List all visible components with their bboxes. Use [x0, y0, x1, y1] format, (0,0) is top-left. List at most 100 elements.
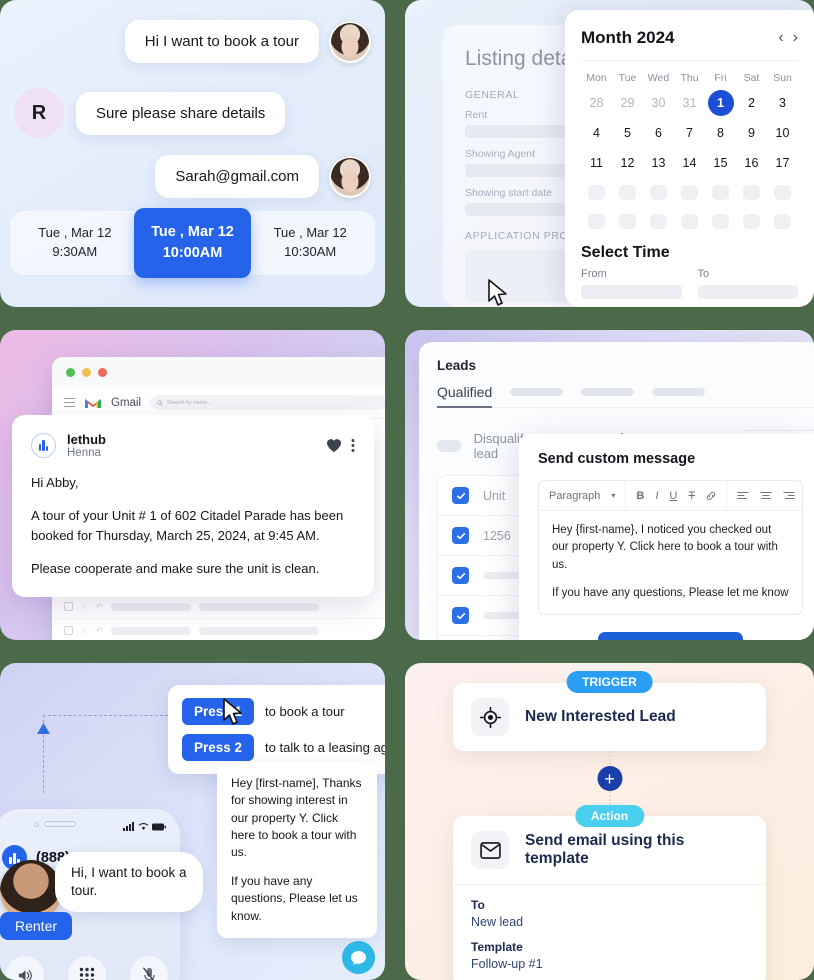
tab-placeholder[interactable] [581, 388, 635, 396]
tab-placeholder[interactable] [510, 388, 564, 396]
calendar-day[interactable]: 2 [736, 90, 767, 116]
row-checkbox[interactable] [452, 527, 469, 544]
calendar-day[interactable]: 9 [736, 120, 767, 146]
calendar-day[interactable]: 12 [612, 150, 643, 176]
gmail-search-input[interactable]: Search by name... [150, 395, 385, 410]
star-icon[interactable]: ☆ [81, 602, 88, 611]
listing-calendar-panel: Listing details for GENERAL Rent Sec dep… [405, 0, 814, 307]
italic-icon[interactable]: I [655, 490, 658, 502]
gmail-list-row[interactable]: ☆ ↶ [52, 619, 385, 640]
alignment-group [727, 481, 802, 510]
calendar-day[interactable]: 29 [612, 90, 643, 116]
tab-placeholder[interactable] [652, 388, 706, 396]
calendar-day[interactable]: 4 [581, 120, 612, 146]
more-vertical-icon[interactable] [351, 438, 355, 453]
calendar-day[interactable]: 30 [643, 90, 674, 116]
calendar-day-placeholder [681, 185, 698, 200]
align-left-icon[interactable] [737, 491, 749, 500]
row-checkbox[interactable] [452, 487, 469, 504]
wifi-icon [138, 823, 149, 830]
trigger-card[interactable]: New Interested Lead [453, 683, 766, 751]
underline-icon[interactable]: U [669, 490, 677, 502]
chat-bubble-icon[interactable] [342, 941, 375, 974]
sms-paragraph-2: If you have any questions, Please let us… [231, 873, 358, 923]
row-checkbox[interactable] [452, 607, 469, 624]
calendar-day[interactable]: 7 [674, 120, 705, 146]
press-2-button[interactable]: Press 2 [182, 734, 255, 761]
renter-avatar [329, 20, 371, 63]
timeslot-time: 9:30AM [52, 244, 98, 259]
calendar-day[interactable]: 10 [767, 120, 798, 146]
flow-arrow-up-icon [37, 723, 50, 734]
keypad-icon[interactable] [68, 956, 106, 980]
strikethrough-icon[interactable]: T [688, 490, 695, 502]
time-to-field[interactable]: To [697, 268, 798, 299]
tab-qualified[interactable]: Qualified [437, 384, 493, 408]
chevron-right-icon[interactable]: › [793, 29, 798, 47]
timeslot-option[interactable]: Tue , Mar 12 10:30AM [251, 216, 369, 270]
time-from-field[interactable]: From [581, 268, 682, 299]
chevron-left-icon[interactable]: ‹ [778, 29, 783, 47]
timeslot-option-selected[interactable]: Tue , Mar 12 10:00AM [133, 207, 252, 279]
template-value: Follow-up #1 [471, 957, 543, 971]
calendar-day-selected[interactable]: 1 [707, 90, 734, 116]
calendar-day[interactable]: 3 [767, 90, 798, 116]
disqualify-toggle[interactable] [437, 439, 461, 452]
envelope-icon [471, 831, 509, 869]
plus-icon[interactable]: + [597, 766, 622, 791]
save-button[interactable]: Save [598, 631, 743, 640]
calendar-day[interactable]: 13 [643, 150, 674, 176]
star-icon[interactable]: ☆ [81, 626, 88, 635]
link-icon[interactable] [706, 491, 716, 501]
snippet-placeholder [198, 602, 319, 611]
calendar-day[interactable]: 6 [643, 120, 674, 146]
ivr-menu-card: Press 1 to book a tour Press 2 to talk t… [168, 685, 385, 774]
calendar-day[interactable]: 28 [581, 90, 612, 116]
window-maximize-dot[interactable] [66, 367, 75, 377]
calendar-day[interactable]: 31 [674, 90, 705, 116]
calendar-day[interactable]: 17 [767, 150, 798, 176]
heart-icon[interactable] [326, 438, 342, 453]
calendar-day[interactable]: 8 [705, 120, 736, 146]
editor-toolbar: Paragraph ▾ B I U T [539, 481, 802, 511]
template-label: Template [471, 940, 523, 954]
ivr-option-row: Press 1 to book a tour [182, 698, 385, 725]
gmail-list-row[interactable]: ☆ ↶ [52, 595, 385, 619]
checkbox-icon[interactable] [64, 602, 73, 611]
calendar-day[interactable]: 5 [612, 120, 643, 146]
calendar-day[interactable]: 11 [581, 150, 612, 176]
message-textarea[interactable]: Hey {first-name}, I noticed you checked … [539, 511, 802, 614]
calendar-day-placeholder [743, 185, 760, 200]
row-cell-unit: Unit [483, 488, 506, 503]
paragraph-style-select[interactable]: Paragraph ▾ [539, 481, 627, 510]
ivr-option-row: Press 2 to talk to a leasing agent [182, 734, 385, 761]
mute-mic-icon[interactable] [130, 956, 168, 980]
time-range-inputs: From To [581, 268, 798, 299]
window-minimize-dot[interactable] [82, 367, 91, 377]
automation-workflow-panel: TRIGGER New Interested Lead + Action Sen… [405, 663, 814, 980]
subject-placeholder [110, 602, 191, 611]
align-center-icon[interactable] [760, 491, 772, 500]
calendar-day[interactable]: 16 [736, 150, 767, 176]
reply-icon[interactable]: ↶ [96, 602, 103, 611]
window-close-dot[interactable] [98, 367, 107, 377]
chat-bubble-agent-1: Sure please share details [76, 91, 286, 135]
time-to-input[interactable] [697, 285, 798, 299]
timeslot-time: 10:30AM [284, 244, 337, 259]
speaker-grille-icon [44, 821, 76, 827]
checkbox-icon[interactable] [64, 626, 73, 635]
timeslot-option[interactable]: Tue , Mar 12 9:30AM [16, 216, 134, 270]
bold-icon[interactable]: B [636, 490, 644, 502]
calendar-day[interactable]: 14 [674, 150, 705, 176]
align-right-icon[interactable] [783, 491, 795, 500]
action-card[interactable]: Send email using this template To New le… [453, 816, 766, 980]
calendar-day[interactable]: 15 [705, 150, 736, 176]
time-from-input[interactable] [581, 285, 682, 299]
row-checkbox[interactable] [452, 567, 469, 584]
reply-icon[interactable]: ↶ [96, 626, 103, 635]
calendar-day-placeholder [588, 214, 605, 229]
speaker-icon[interactable] [6, 956, 44, 980]
cellular-signal-icon [123, 822, 134, 831]
target-icon [471, 698, 509, 736]
hamburger-menu-icon[interactable] [64, 396, 75, 410]
